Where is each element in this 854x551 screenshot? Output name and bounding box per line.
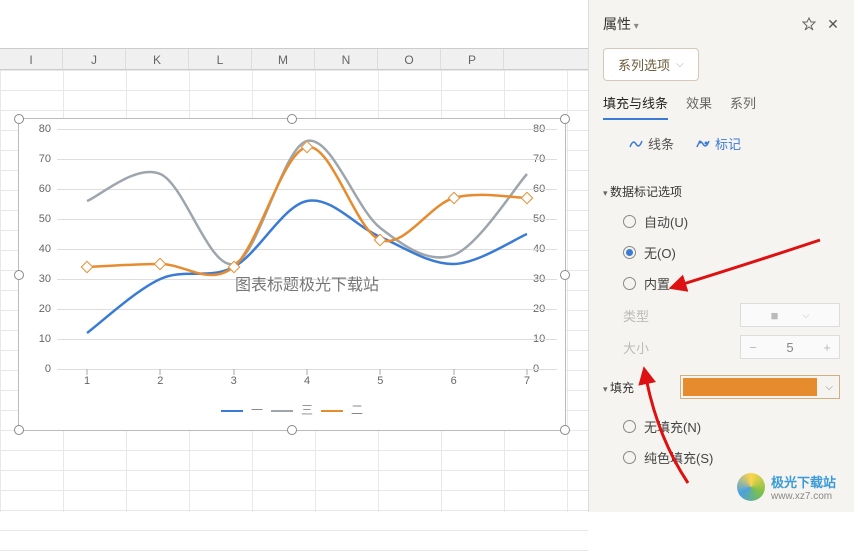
- chart-title[interactable]: 图表标题极光下载站: [57, 271, 557, 295]
- section-fill[interactable]: 填充: [603, 379, 680, 396]
- subtab-line[interactable]: 线条: [629, 134, 674, 153]
- watermark: 极光下载站 www.xz7.com: [737, 472, 836, 502]
- type-label: 类型: [623, 306, 740, 325]
- panel-tabs: 填充与线条 效果 系列: [589, 93, 854, 128]
- chevron-down-icon: ⌵: [676, 59, 684, 70]
- marker-type-select: ■⌵: [740, 303, 840, 327]
- close-icon[interactable]: ✕: [824, 15, 842, 33]
- x-axis: 1234567: [57, 375, 557, 395]
- fill-color-select[interactable]: ⌵: [680, 375, 840, 399]
- resize-handle[interactable]: [14, 270, 24, 280]
- size-stepper: − 5 +: [740, 335, 840, 359]
- plot-area[interactable]: 图表标题极光下载站: [57, 129, 557, 369]
- chevron-down-icon: ⌵: [819, 382, 839, 393]
- decrement-icon: −: [741, 340, 765, 355]
- increment-icon: +: [815, 340, 839, 355]
- panel-title[interactable]: 属性: [603, 14, 794, 34]
- tab-effects[interactable]: 效果: [686, 93, 712, 120]
- radio-solid-fill[interactable]: 纯色填充(S): [603, 442, 840, 473]
- line-icon: [629, 137, 643, 151]
- subtab-marker[interactable]: 标记: [696, 134, 741, 153]
- panel-subtabs: 线条 标记: [589, 128, 854, 167]
- size-label: 大小: [623, 338, 740, 357]
- chart-object[interactable]: 01020304050607080 01020304050607080 图表标题…: [18, 118, 566, 431]
- resize-handle[interactable]: [14, 425, 24, 435]
- section-marker-options[interactable]: 数据标记选项: [603, 183, 840, 200]
- pin-icon[interactable]: [800, 15, 818, 33]
- tab-fill-line[interactable]: 填充与线条: [603, 93, 668, 120]
- radio-auto[interactable]: 自动(U): [603, 206, 840, 237]
- resize-handle[interactable]: [287, 114, 297, 124]
- resize-handle[interactable]: [560, 114, 570, 124]
- series-options-button[interactable]: 系列选项 ⌵: [603, 48, 699, 81]
- watermark-logo-icon: [737, 473, 765, 501]
- resize-handle[interactable]: [560, 270, 570, 280]
- chart-lines: [57, 129, 557, 369]
- tab-series[interactable]: 系列: [730, 93, 756, 120]
- y-axis-left: 01020304050607080: [27, 129, 55, 369]
- resize-handle[interactable]: [560, 425, 570, 435]
- column-headers: IJKLMNOP: [0, 48, 588, 70]
- resize-handle[interactable]: [287, 425, 297, 435]
- chart-legend[interactable]: 一三二: [19, 401, 565, 418]
- marker-icon: [696, 137, 710, 151]
- spreadsheet-area: IJKLMNOP 01020304050607080 0102030405060…: [0, 0, 588, 512]
- radio-no-fill[interactable]: 无填充(N): [603, 411, 840, 442]
- radio-none[interactable]: 无(O): [603, 237, 840, 268]
- radio-builtin[interactable]: 内置: [603, 268, 840, 299]
- properties-panel: 属性 ✕ 系列选项 ⌵ 填充与线条 效果 系列 线条 标记 数据标记选项 自动(…: [588, 0, 854, 512]
- resize-handle[interactable]: [14, 114, 24, 124]
